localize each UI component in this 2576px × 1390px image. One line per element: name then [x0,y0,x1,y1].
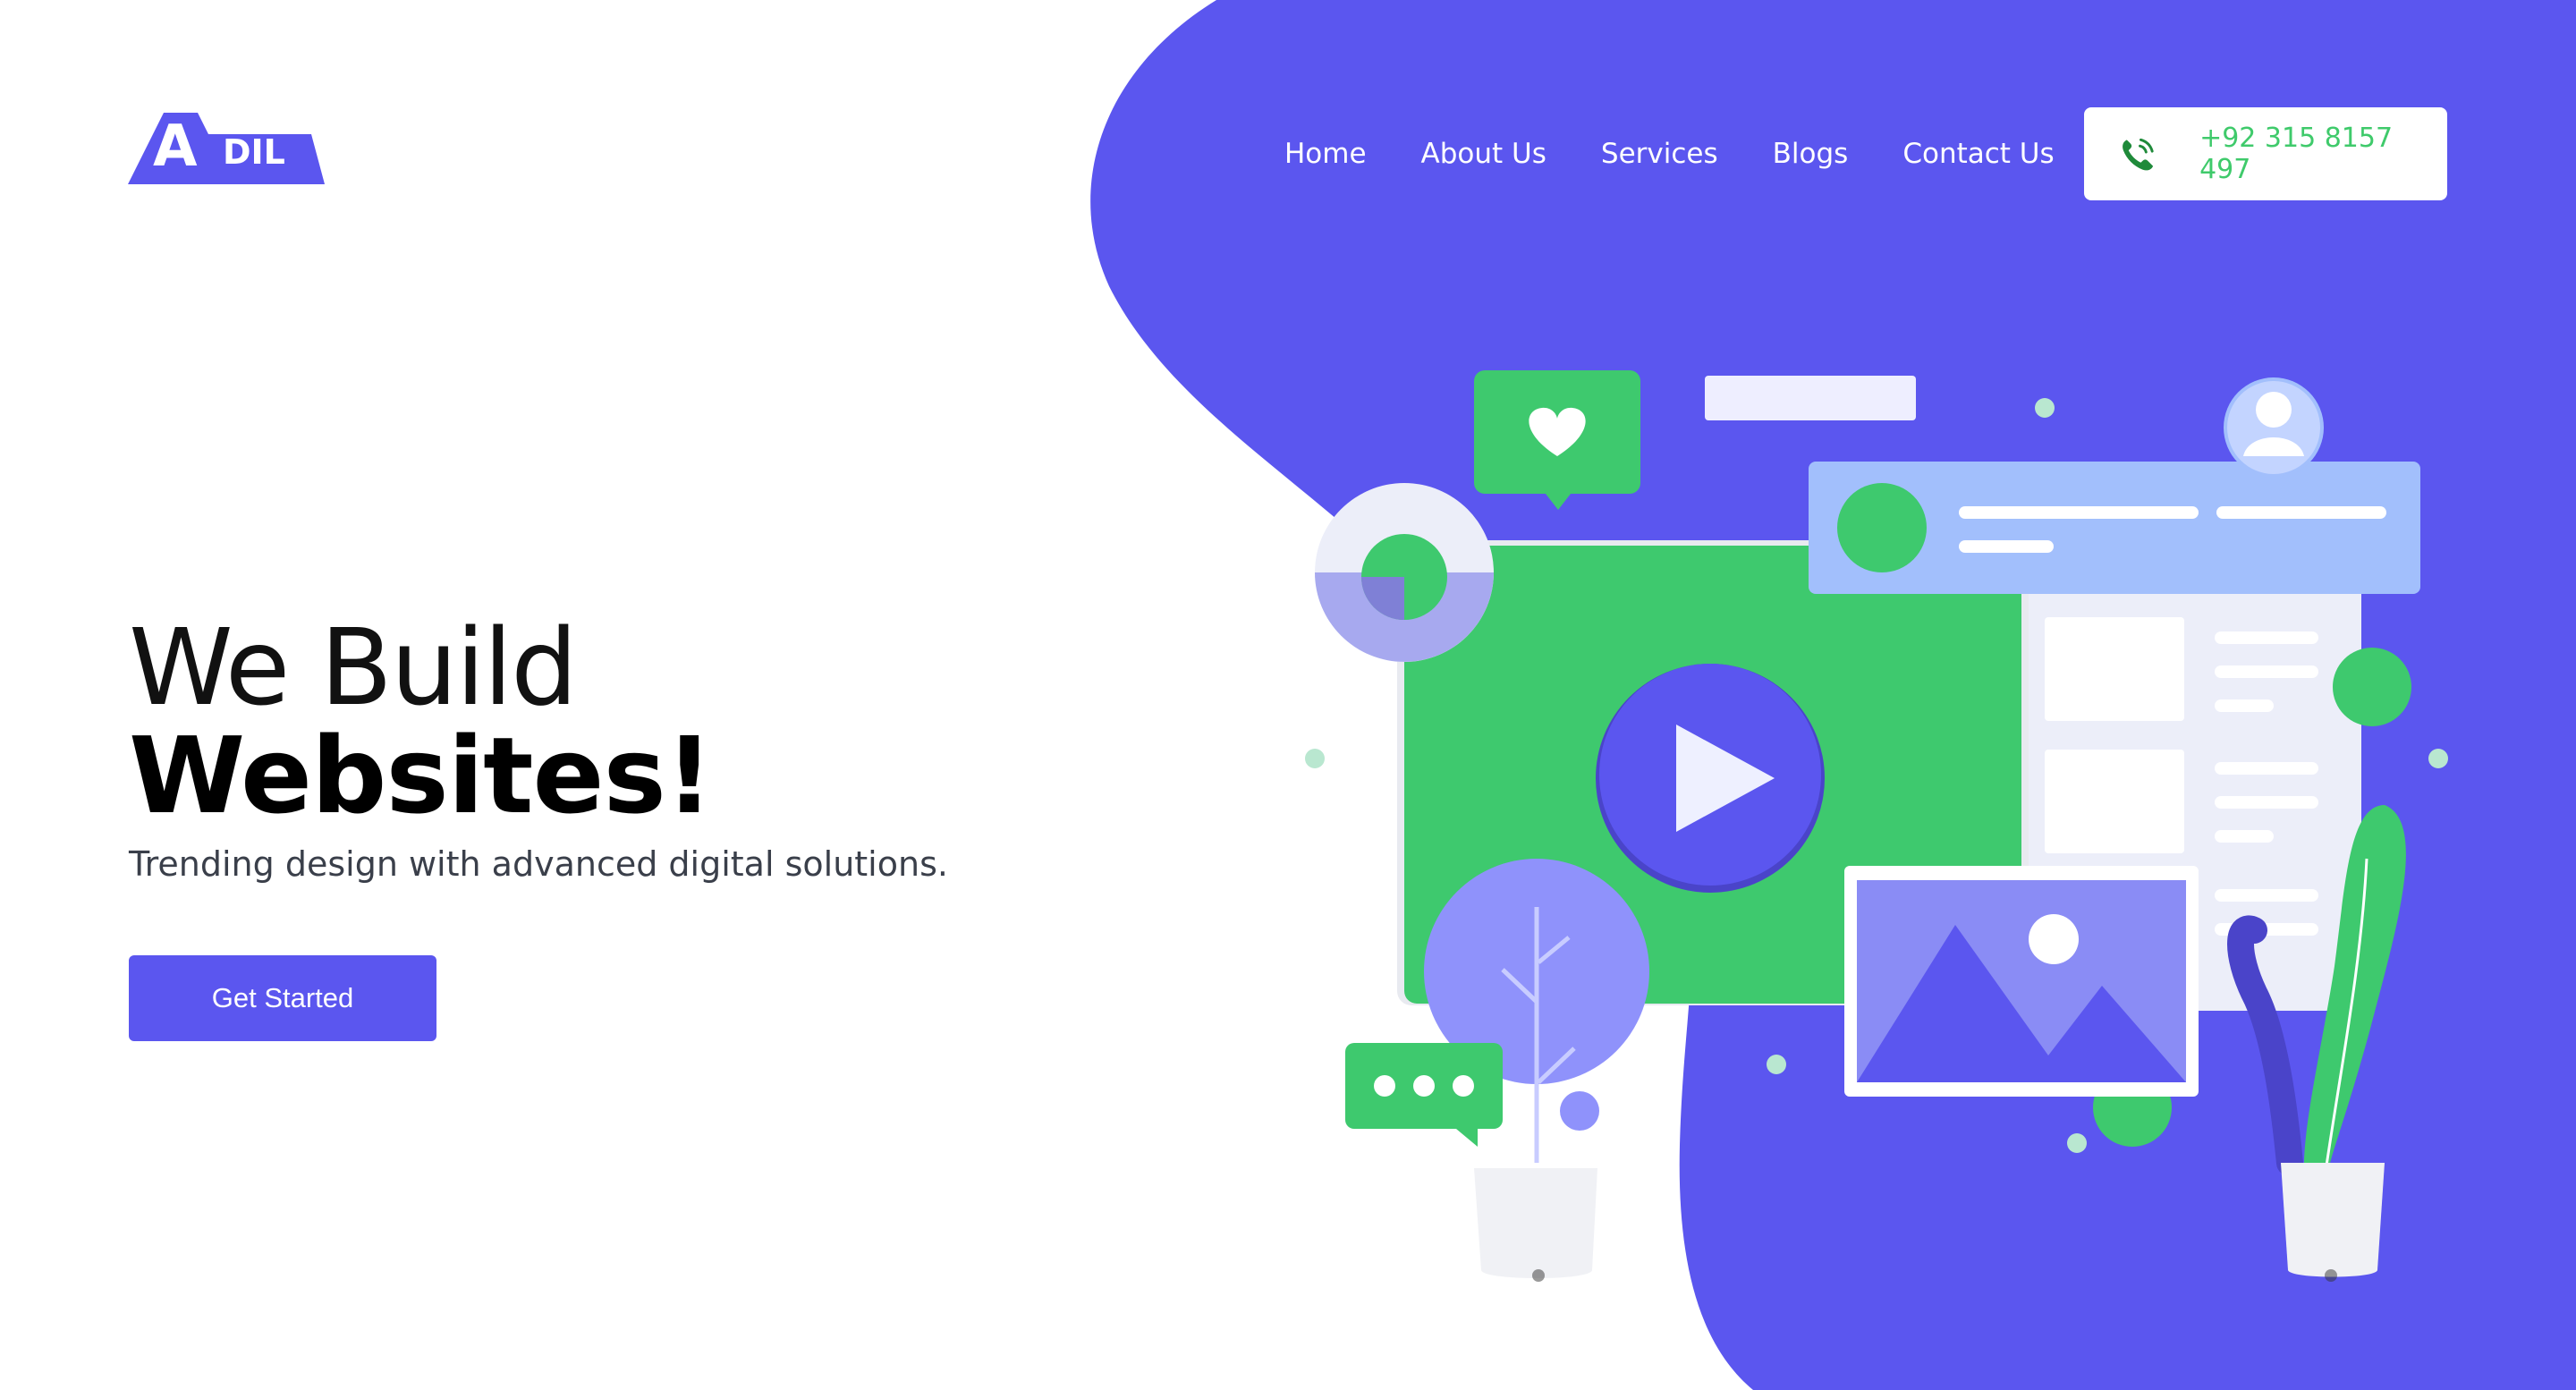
phone-number: +92 315 8157 497 [2199,123,2394,185]
get-started-button[interactable]: Get Started [129,955,436,1041]
phone-button[interactable]: +92 315 8157 497 [2084,107,2447,200]
hero-title-line1: We Build [129,606,578,729]
phone-icon [2123,138,2154,171]
nav-services[interactable]: Services [1601,136,1718,172]
hero-title-line2: Websites! [129,714,714,837]
main-nav: Home About Us Services Blogs Contact Us [1284,136,2055,172]
nav-contact-us[interactable]: Contact Us [1902,136,2054,172]
brand-logo[interactable]: A DIL [128,113,325,184]
nav-blogs[interactable]: Blogs [1773,136,1849,172]
hero-section: We Build Websites! Trending design with … [129,612,1113,884]
nav-home[interactable]: Home [1284,136,1367,172]
logo-letter: A [153,114,198,180]
nav-about-us[interactable]: About Us [1421,136,1546,172]
chat-dots-icon [1374,1075,1474,1097]
logo-text: DIL [223,132,285,172]
hero-subtitle: Trending design with advanced digital so… [129,844,948,884]
